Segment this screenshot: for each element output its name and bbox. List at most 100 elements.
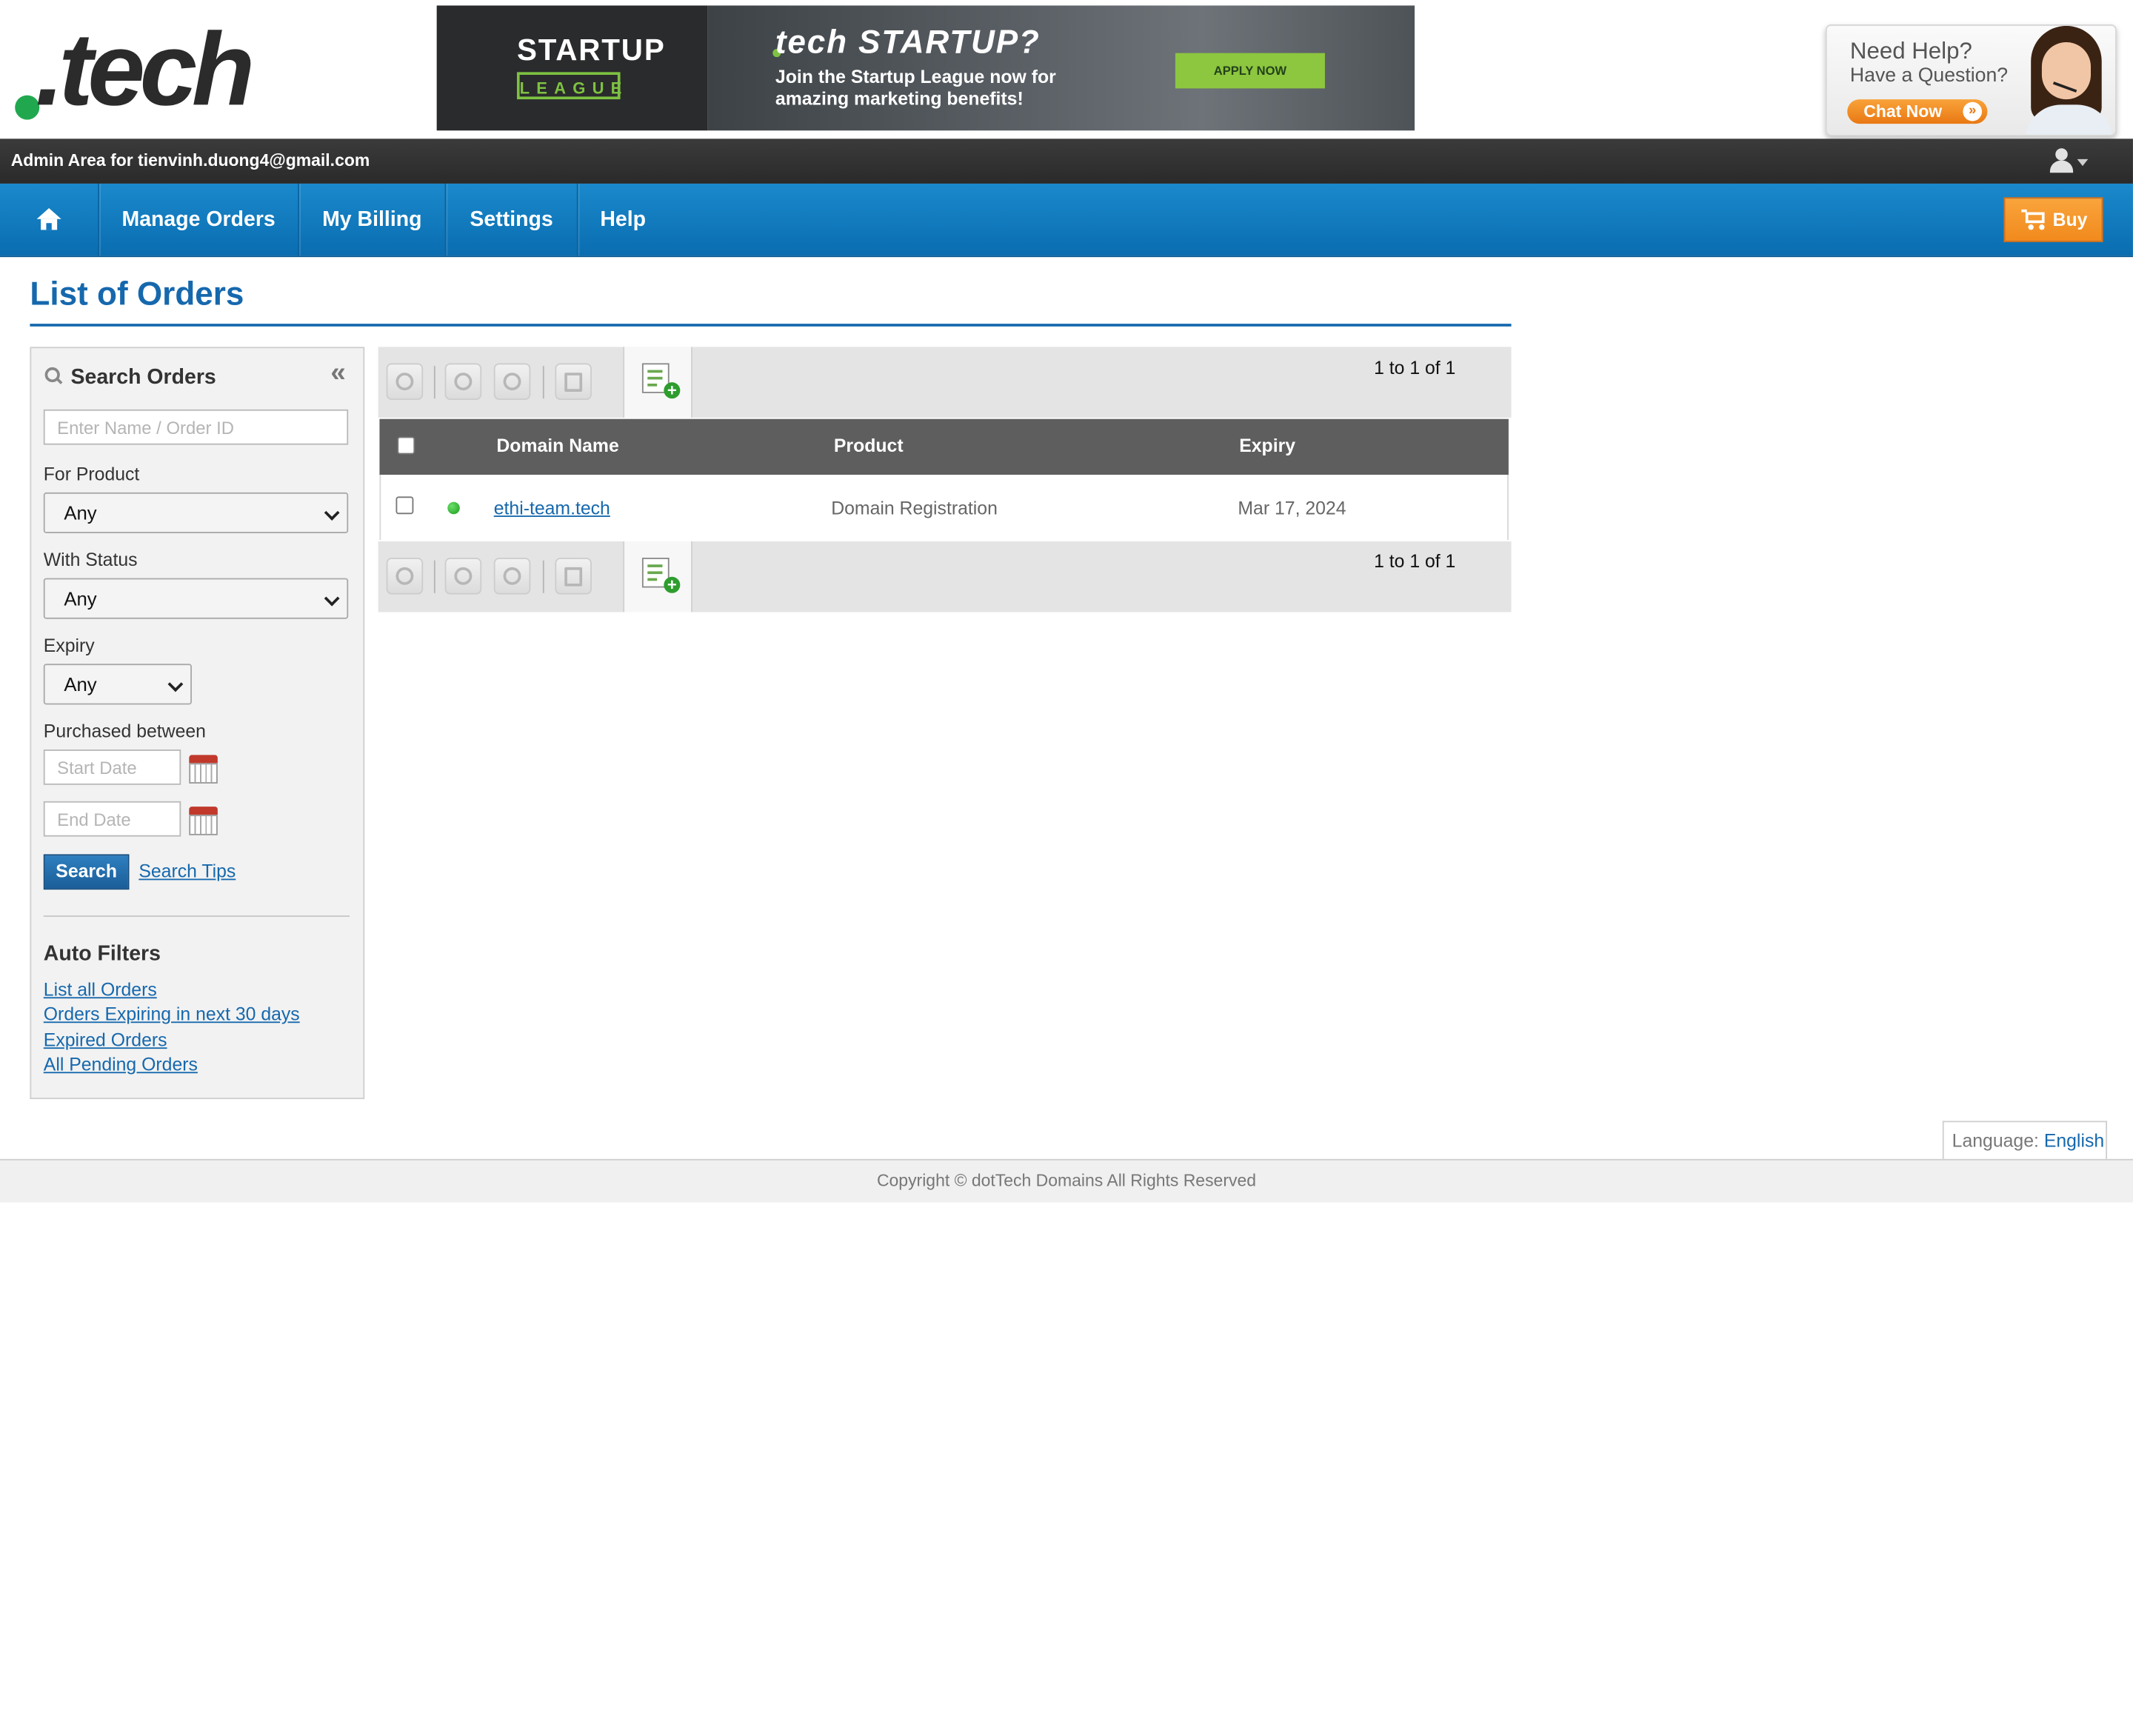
row-checkbox[interactable] <box>395 496 414 515</box>
banner-left-panel: STARTUP LEAGUE <box>436 5 708 131</box>
status-select[interactable]: Any <box>43 578 349 619</box>
table-row: ethi-team.tech Domain Registration Mar 1… <box>379 475 1509 541</box>
product-select[interactable]: Any <box>43 492 349 533</box>
refresh-icon[interactable] <box>386 363 424 400</box>
help-subtitle: Have a Question? <box>1849 65 2009 87</box>
title-divider <box>30 324 1512 327</box>
banner-headline: tech STARTUP? <box>775 24 1041 61</box>
add-order-button[interactable]: + <box>623 541 692 612</box>
language-label: Language: <box>1952 1130 2039 1151</box>
filter-pending-orders[interactable]: All Pending Orders <box>44 1054 198 1075</box>
caret-down-icon <box>2077 158 2089 167</box>
edit-details-icon[interactable] <box>555 558 592 595</box>
nav-manage-orders[interactable]: Manage Orders <box>99 183 300 256</box>
page-title: List of Orders <box>30 276 244 313</box>
pager-bottom: 1 to 1 of 1 <box>1374 550 1456 572</box>
sidebar-title: Search Orders <box>70 366 216 390</box>
domain-name-link[interactable]: ethi-team.tech <box>494 498 610 518</box>
chevron-down-icon <box>324 590 340 607</box>
column-domain-name[interactable]: Domain Name <box>496 435 618 456</box>
calendar-icon[interactable] <box>189 807 218 835</box>
admin-area-label: Admin Area for tienvinh.duong4@gmail.com <box>10 150 370 170</box>
promo-banner[interactable]: STARTUP LEAGUE tech STARTUP? Join the St… <box>436 5 1415 131</box>
copyright-text: Copyright © dotTech Domains All Rights R… <box>876 1171 1256 1191</box>
sidebar-divider <box>43 915 350 917</box>
lock-order-icon[interactable] <box>444 558 482 595</box>
refresh-icon[interactable] <box>386 558 424 595</box>
end-date-input[interactable] <box>43 801 181 837</box>
chat-now-label: Chat Now <box>1863 101 1943 121</box>
home-icon <box>36 208 61 230</box>
calendar-icon[interactable] <box>189 755 218 784</box>
search-icon <box>44 367 63 384</box>
language-value[interactable]: English <box>2044 1130 2104 1151</box>
language-selector[interactable]: Language: English <box>1942 1121 2108 1159</box>
status-select-value: Any <box>64 587 97 610</box>
toolbar-separator <box>433 560 435 593</box>
search-sidebar: Search Orders « For Product Any With Sta… <box>30 347 365 1100</box>
product-select-value: Any <box>64 501 97 524</box>
add-list-icon: + <box>641 363 681 398</box>
lock-order-icon[interactable] <box>444 363 482 400</box>
chevron-down-icon <box>167 676 184 692</box>
banner-body: Join the Startup League now for amazing … <box>775 66 1056 109</box>
pager-top: 1 to 1 of 1 <box>1374 358 1456 378</box>
banner-left-title: STARTUP <box>516 33 666 67</box>
chevron-down-icon <box>324 505 340 521</box>
edit-details-icon[interactable] <box>555 363 592 400</box>
chat-now-button[interactable]: Chat Now » <box>1847 99 1988 124</box>
toolbar-separator <box>542 560 544 593</box>
auto-filters-title: Auto Filters <box>43 942 161 967</box>
search-button[interactable]: Search <box>43 854 130 890</box>
purchased-between-label: Purchased between <box>43 721 206 742</box>
expiry-filter-label: Expiry <box>43 635 95 656</box>
nav-help[interactable]: Help <box>578 184 668 256</box>
add-order-button[interactable]: + <box>623 347 692 418</box>
add-list-icon: + <box>641 558 681 593</box>
start-date-input[interactable] <box>43 750 181 785</box>
banner-right-panel: tech STARTUP? Join the Startup League no… <box>707 5 1415 131</box>
site-header: .tech STARTUP LEAGUE tech STARTUP? Join … <box>0 0 2133 139</box>
filter-expired-orders[interactable]: Expired Orders <box>44 1029 167 1050</box>
column-expiry[interactable]: Expiry <box>1239 435 1295 456</box>
user-menu-icon[interactable] <box>2049 147 2094 176</box>
table-toolbar-top: + 1 to 1 of 1 <box>378 347 1512 418</box>
active-status-icon <box>447 501 460 515</box>
product-filter-label: For Product <box>43 464 140 484</box>
column-product[interactable]: Product <box>834 435 904 456</box>
double-chevron-right-icon: » <box>1963 101 1983 121</box>
nav-my-billing[interactable]: My Billing <box>299 183 447 256</box>
nav-home[interactable] <box>0 183 100 256</box>
search-tips-link[interactable]: Search Tips <box>138 861 236 882</box>
cart-icon <box>2021 209 2049 230</box>
buy-button[interactable]: Buy <box>2003 197 2103 242</box>
table-toolbar-bottom: + 1 to 1 of 1 <box>378 541 1512 612</box>
status-filter-label: With Status <box>43 550 138 570</box>
site-footer: Copyright © dotTech Domains All Rights R… <box>0 1158 2133 1203</box>
help-widget[interactable]: Need Help? Have a Question? Chat Now » <box>1825 24 2117 136</box>
toolbar-separator <box>433 366 435 399</box>
nav-settings[interactable]: Settings <box>446 183 578 256</box>
support-agent-image <box>2020 25 2115 135</box>
unlock-order-icon[interactable] <box>493 558 531 595</box>
main-nav: Manage Orders My Billing Settings Help B… <box>0 183 2133 258</box>
select-all-checkbox[interactable] <box>397 436 415 455</box>
banner-left-subtitle: LEAGUE <box>516 72 621 100</box>
collapse-sidebar-icon[interactable]: « <box>330 358 345 389</box>
product-cell: Domain Registration <box>831 498 998 518</box>
buy-label: Buy <box>2052 209 2088 230</box>
search-input[interactable] <box>43 409 349 445</box>
filter-list-all-orders[interactable]: List all Orders <box>44 979 157 1000</box>
filter-expiring-30-days[interactable]: Orders Expiring in next 30 days <box>44 1004 300 1024</box>
expiry-select[interactable]: Any <box>43 664 192 705</box>
expiry-cell: Mar 17, 2024 <box>1238 498 1346 518</box>
banner-apply-button[interactable]: APPLY NOW <box>1175 53 1325 89</box>
help-title: Need Help? <box>1849 38 1972 64</box>
orders-table-header: Domain Name Product Expiry <box>379 418 1509 475</box>
toolbar-separator <box>542 366 544 399</box>
logo-text: .tech <box>35 12 255 128</box>
admin-bar: Admin Area for tienvinh.duong4@gmail.com <box>0 138 2133 184</box>
unlock-order-icon[interactable] <box>493 363 531 400</box>
site-logo[interactable]: .tech <box>11 16 270 128</box>
expiry-select-value: Any <box>64 673 97 695</box>
